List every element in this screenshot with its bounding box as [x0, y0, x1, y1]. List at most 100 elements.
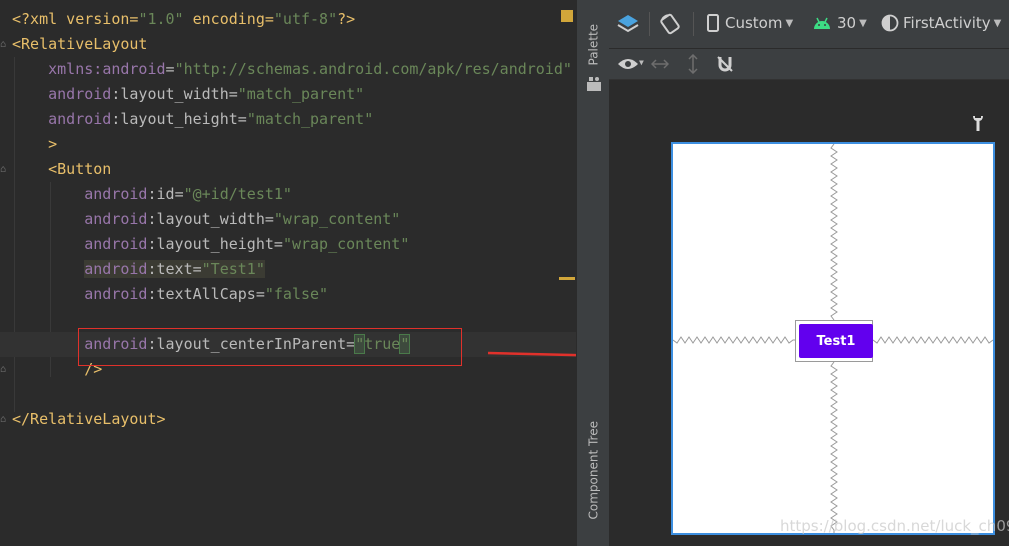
- code-token: =: [273, 235, 283, 253]
- code-token: "wrap_content": [282, 235, 410, 253]
- view-options-toolbar: ▼: [609, 49, 1009, 80]
- palette-tab[interactable]: Palette: [587, 24, 601, 66]
- code-line[interactable]: <Button: [12, 157, 111, 182]
- code-token: :layout_width: [111, 85, 229, 103]
- code-line[interactable]: android:layout_width="wrap_content": [12, 207, 400, 232]
- code-token: android: [84, 235, 148, 253]
- activity-dropdown[interactable]: FirstActivity ▼: [881, 14, 1001, 32]
- code-token: "false": [264, 285, 329, 303]
- component-tree-tab[interactable]: Component Tree: [587, 421, 601, 519]
- code-token: android: [84, 260, 148, 278]
- code-token: <RelativeLayout: [12, 35, 148, 53]
- api-level-label: 30: [837, 14, 857, 32]
- code-token: :text: [147, 260, 193, 278]
- code-line[interactable]: android:textAllCaps="false": [12, 282, 328, 307]
- toolbar-separator: [649, 12, 650, 36]
- code-token: :id: [147, 185, 175, 203]
- magnet-off-icon[interactable]: [716, 55, 734, 73]
- callout-highlight-box: [78, 328, 462, 366]
- eye-icon[interactable]: [617, 56, 639, 72]
- code-line[interactable]: >: [12, 132, 57, 157]
- device-preview[interactable]: Test1: [671, 142, 995, 535]
- code-token: android: [84, 210, 148, 228]
- code-token: "match_parent": [246, 110, 374, 128]
- code-token: encoding=: [183, 10, 274, 28]
- code-line[interactable]: android:layout_width="match_parent": [12, 82, 364, 107]
- code-line[interactable]: android:id="@+id/test1": [12, 182, 292, 207]
- palette-icon[interactable]: [586, 76, 602, 92]
- inspection-status-marker[interactable]: [561, 10, 573, 22]
- code-token: </RelativeLayout>: [12, 410, 166, 428]
- toolbar-separator: [693, 12, 694, 36]
- code-token: "@+id/test1": [183, 185, 292, 203]
- side-tool-strip: Palette Component Tree: [576, 0, 611, 546]
- phone-icon: [707, 14, 719, 32]
- design-canvas[interactable]: Test1: [609, 80, 1009, 546]
- code-token: =: [228, 85, 238, 103]
- code-token: :layout_width: [147, 210, 265, 228]
- code-token: "utf-8": [273, 10, 338, 28]
- code-token: android: [48, 85, 112, 103]
- fold-marker-icon[interactable]: ⌂: [0, 39, 10, 50]
- code-token: =: [165, 60, 175, 78]
- device-dropdown[interactable]: Custom ▼: [707, 14, 793, 32]
- code-editor[interactable]: <?xml version="1.0" encoding="utf-8"?> <R…: [0, 0, 576, 546]
- api-level-dropdown[interactable]: 30 ▼: [813, 14, 867, 32]
- code-line[interactable]: <?xml version="1.0" encoding="utf-8"?>: [12, 7, 355, 32]
- vertical-resize-icon[interactable]: [687, 54, 699, 74]
- code-token: =: [192, 260, 202, 278]
- fold-marker-icon[interactable]: ⌂: [0, 414, 10, 425]
- code-token: :textAllCaps: [147, 285, 256, 303]
- layers-icon[interactable]: [617, 13, 639, 35]
- fold-marker-icon[interactable]: ⌂: [0, 164, 10, 175]
- android-icon: [814, 17, 830, 29]
- device-label: Custom: [725, 14, 783, 32]
- code-token: ?>: [337, 10, 356, 28]
- chevron-down-icon: ▼: [993, 17, 1002, 29]
- scrollbar-warning-marker[interactable]: [559, 277, 575, 280]
- preview-test-button[interactable]: Test1: [799, 324, 873, 358]
- fold-marker-icon[interactable]: ⌂: [0, 364, 10, 375]
- code-line[interactable]: android:text="Test1": [12, 257, 265, 282]
- activity-label: FirstActivity: [903, 14, 991, 32]
- code-token: =: [255, 285, 265, 303]
- code-line[interactable]: xmlns:android="http://schemas.android.co…: [12, 57, 572, 82]
- code-line[interactable]: android:layout_height="match_parent": [12, 107, 373, 132]
- chevron-down-icon[interactable]: ▼: [639, 58, 644, 67]
- code-token: android: [48, 110, 112, 128]
- code-token: "http://schemas.android.com/apk/res/andr…: [174, 60, 572, 78]
- code-token: :layout_height: [111, 110, 238, 128]
- code-line[interactable]: <RelativeLayout: [12, 32, 147, 57]
- chevron-down-icon: ▼: [859, 17, 867, 29]
- code-token: <Button: [48, 160, 112, 178]
- chevron-down-icon: ▼: [785, 17, 794, 29]
- code-token: android: [84, 185, 148, 203]
- wrench-icon[interactable]: [971, 114, 985, 132]
- layout-design-panel: Custom ▼ 30 ▼ FirstActivity ▼ ▼ Test1 ht…: [609, 0, 1009, 546]
- theme-icon: [881, 14, 899, 32]
- code-token: android: [84, 285, 148, 303]
- code-line[interactable]: android:layout_height="wrap_content": [12, 232, 409, 257]
- orientation-icon[interactable]: [659, 13, 681, 35]
- code-token: "match_parent": [237, 85, 365, 103]
- code-token: "Test1": [201, 260, 265, 278]
- code-token: =: [264, 210, 274, 228]
- code-token: android: [102, 60, 166, 78]
- code-line[interactable]: </RelativeLayout>: [12, 407, 166, 432]
- code-token: "wrap_content": [273, 210, 401, 228]
- watermark: https://blog.csdn.net/luck_ch09: [780, 517, 1009, 535]
- code-token: <?xml version=: [12, 10, 139, 28]
- code-token: "1.0": [138, 10, 184, 28]
- horizontal-resize-icon[interactable]: [651, 58, 669, 70]
